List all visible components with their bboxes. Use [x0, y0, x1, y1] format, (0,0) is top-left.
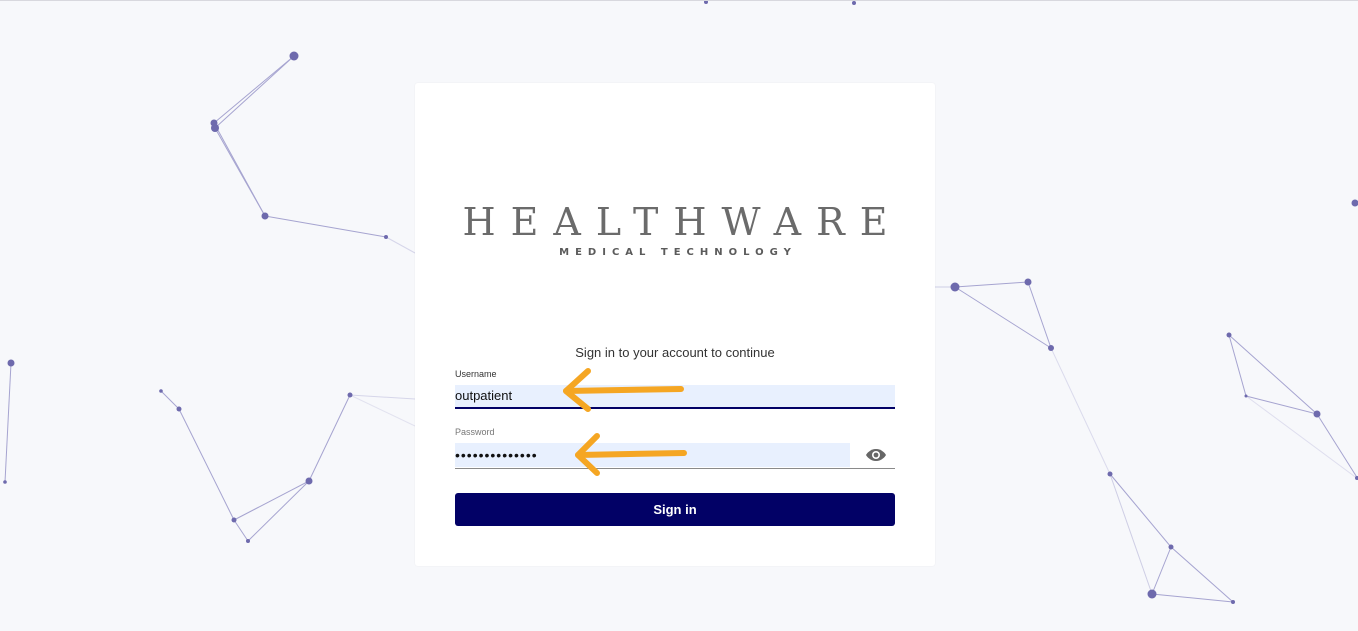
password-underline [455, 468, 895, 469]
username-label: Username [455, 369, 497, 379]
brand-tagline: MEDICAL TECHNOLOGY [559, 247, 797, 258]
password-label: Password [455, 427, 495, 437]
password-input[interactable]: •••••••••••••• [455, 443, 850, 467]
brand-name: HEALTHWARE [462, 200, 903, 244]
brand-logo: HEALTHWARE MEDICAL TECHNOLOGY [415, 200, 935, 258]
login-card: HEALTHWARE MEDICAL TECHNOLOGY Sign in to… [415, 83, 935, 566]
signin-subtitle: Sign in to your account to continue [575, 345, 775, 360]
username-input[interactable] [455, 385, 895, 409]
login-page: HEALTHWARE MEDICAL TECHNOLOGY Sign in to… [0, 0, 1358, 631]
sign-in-button[interactable]: Sign in [455, 493, 895, 526]
show-password-toggle[interactable] [865, 447, 887, 463]
eye-icon [866, 449, 886, 461]
